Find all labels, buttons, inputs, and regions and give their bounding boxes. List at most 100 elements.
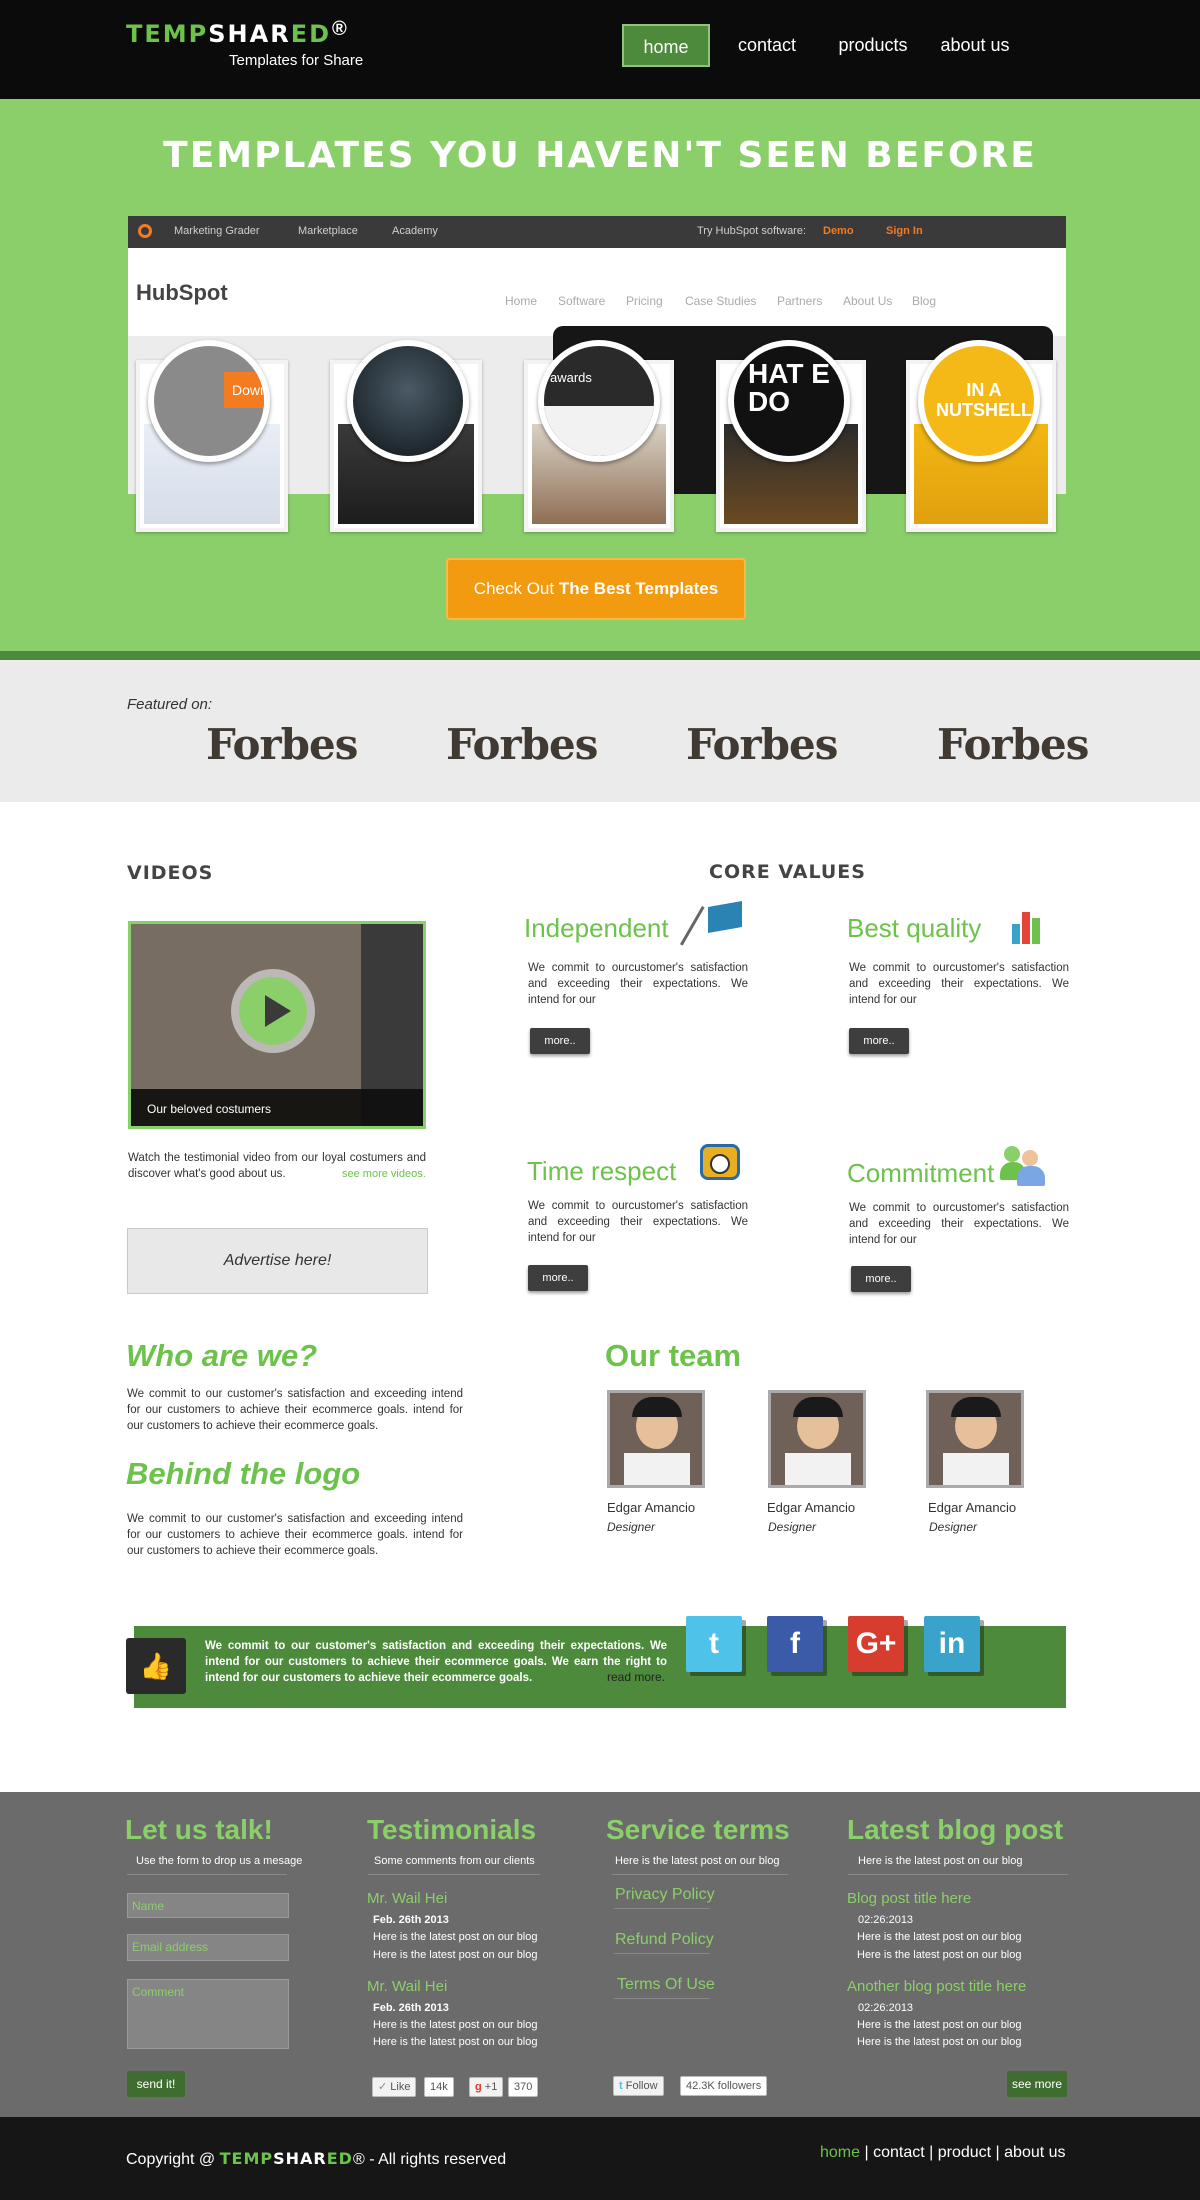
twitter-bird-icon: t (619, 2080, 623, 2092)
divider (614, 1953, 710, 1954)
forbes-logo[interactable]: Forbes (686, 720, 838, 769)
testimonial-author[interactable]: Mr. Wail Hei (367, 1890, 447, 1907)
footer-nav-home[interactable]: home (820, 2144, 860, 2161)
nav-about-us[interactable]: about us (932, 24, 1018, 67)
blog-post-date: 02:26:2013 (858, 1914, 914, 1926)
plus-one-count: 370 (508, 2077, 539, 2097)
banner-text: We commit to our customer's satisfaction… (205, 1640, 667, 1684)
terms-of-use-link[interactable]: Terms Of Use (617, 1976, 715, 1994)
preview-topbar-item: Marketing Grader (174, 225, 260, 237)
site-header (0, 0, 1200, 99)
divider (127, 1874, 287, 1875)
email-field[interactable]: Email address (127, 1934, 289, 1961)
facebook-icon[interactable]: f (767, 1616, 823, 1672)
icon-head (1022, 1150, 1038, 1166)
see-more-videos-link[interactable]: see more videos. (342, 1168, 426, 1180)
preview-nav-item: Blog (912, 294, 937, 308)
footer-nav-contact[interactable]: contact (873, 2144, 925, 2161)
play-icon-inner (239, 977, 307, 1045)
read-more-link[interactable]: read more. (607, 1670, 665, 1684)
magnifier-text: IN A NUTSHELL (936, 380, 1032, 420)
testimonial-author[interactable]: Mr. Wail Hei (367, 1978, 447, 1995)
advertise-box[interactable]: Advertise here! (127, 1228, 428, 1294)
see-more-button[interactable]: see more (1007, 2071, 1067, 2097)
team-member-photo[interactable] (926, 1390, 1024, 1488)
preview-nav-item: Case Studies (685, 294, 757, 308)
icon-bar (1032, 918, 1040, 944)
nav-home[interactable]: home (622, 24, 710, 67)
send-button[interactable]: send it! (127, 2071, 185, 2097)
comment-field[interactable]: Comment (127, 1979, 289, 2049)
privacy-policy-link[interactable]: Privacy Policy (615, 1886, 715, 1904)
testimonials-subtitle: Some comments from our clients (374, 1855, 535, 1867)
linkedin-flag-icon (680, 901, 746, 948)
nav-products[interactable]: products (830, 24, 916, 67)
service-terms-subtitle: Here is the latest post on our blog (615, 1855, 780, 1867)
magnifier-circle: Down (148, 340, 270, 462)
our-team-heading: Our team (605, 1338, 742, 1373)
footer-nav-product[interactable]: product (938, 2144, 991, 2161)
more-button[interactable]: more.. (528, 1265, 588, 1291)
magnifier-circle: IN A NUTSHELL (918, 340, 1040, 462)
more-button[interactable]: more.. (851, 1266, 911, 1292)
magnifier-text: HAT E DO (748, 358, 830, 417)
behind-the-logo-heading: Behind the logo (126, 1456, 361, 1491)
google-plus-icon[interactable]: G+ (848, 1616, 904, 1672)
divider (848, 1874, 1068, 1875)
like-count: 14k (424, 2077, 454, 2097)
linkedin-icon[interactable]: in (924, 1616, 980, 1672)
name-field[interactable]: Name (127, 1893, 289, 1918)
logo-registered-mark: ® (332, 18, 347, 40)
footer-nav-about-us[interactable]: about us (1004, 2144, 1065, 2161)
cta-text-bold: The Best Templates (558, 579, 719, 598)
site-logo[interactable]: TEMPSHARED (126, 20, 331, 48)
brand-registered-mark: ® (352, 2151, 365, 2168)
flag-pole (680, 906, 705, 946)
flag-cloth (708, 901, 742, 933)
forbes-logo[interactable]: Forbes (206, 720, 358, 769)
blog-post-date: 02:26:2013 (858, 2002, 914, 2014)
team-member-photo[interactable] (607, 1390, 705, 1488)
preview-nav-item: About Us (843, 294, 893, 308)
logo-part-temp: TEMP (126, 20, 209, 48)
team-member-role: Designer (607, 1520, 656, 1534)
more-button[interactable]: more.. (849, 1028, 909, 1054)
magnifier-circle: HAT E DO (728, 340, 850, 462)
who-are-we-heading: Who are we? (126, 1338, 318, 1373)
team-member-name: Edgar Amancio (928, 1500, 1017, 1515)
refund-policy-link[interactable]: Refund Policy (615, 1931, 714, 1949)
hero-divider (0, 651, 1200, 660)
cta-button[interactable]: Check Out The Best Templates (446, 558, 746, 620)
copyright-text: Copyright @ TEMPSHARED® - All rights res… (126, 2149, 506, 2169)
facebook-like-button[interactable]: ✓ Like (372, 2077, 417, 2097)
brand-part: ED (326, 2149, 353, 2168)
value-text: We commit to ourcustomer's satisfaction … (849, 962, 1069, 1006)
testimonial-line: Here is the latest post on our blog (373, 1931, 538, 1943)
google-plus-one-button[interactable]: g +1 (469, 2077, 504, 2097)
blog-post-line: Here is the latest post on our blog (857, 2036, 1022, 2048)
nav-contact[interactable]: contact (725, 24, 809, 67)
like-check-icon: ✓ (378, 2081, 388, 2093)
magnifier-text: Down (224, 372, 264, 408)
preview-signin: Sign In (886, 225, 923, 237)
forbes-logo[interactable]: Forbes (446, 720, 598, 769)
magnifier-page (544, 406, 654, 456)
blog-post-title[interactable]: Another blog post title here (847, 1978, 1026, 1995)
twitter-icon[interactable]: t (686, 1616, 742, 1672)
icon-body (1017, 1166, 1045, 1186)
testimonial-line: Here is the latest post on our blog (373, 1949, 538, 1961)
gplus-icon: g (475, 2081, 482, 2093)
forbes-logo[interactable]: Forbes (937, 720, 1089, 769)
team-member-role: Designer (929, 1520, 978, 1534)
team-member-photo[interactable] (768, 1390, 866, 1488)
play-icon[interactable] (231, 969, 315, 1053)
hero-title: TEMPLATES YOU HAVEN'T SEEN BEFORE (163, 135, 1037, 176)
divider (612, 1874, 788, 1875)
video-player[interactable]: Our beloved costumers (128, 921, 426, 1129)
more-button[interactable]: more.. (530, 1028, 590, 1054)
photo-hair (793, 1397, 843, 1417)
video-side-panel (361, 924, 423, 1089)
plus-one-label: +1 (484, 2081, 498, 2093)
twitter-follow-button[interactable]: t Follow (613, 2076, 664, 2096)
blog-post-title[interactable]: Blog post title here (847, 1890, 971, 1907)
